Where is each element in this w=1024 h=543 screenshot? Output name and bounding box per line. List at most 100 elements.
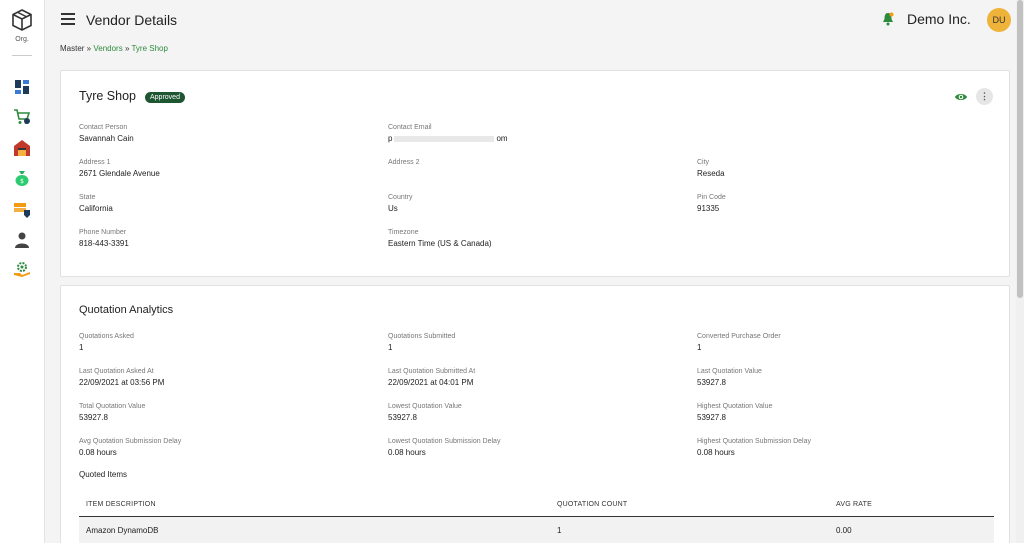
quotations-asked-field: Quotations Asked 1: [79, 332, 369, 354]
email-end: om: [496, 134, 508, 143]
field-label: Converted Purchase Order: [697, 333, 781, 340]
last-asked-field: Last Quotation Asked At 22/09/2021 at 03…: [79, 367, 369, 389]
field-value: p om: [388, 133, 678, 145]
field-value: 91335: [697, 204, 720, 213]
money-bag-icon: $: [15, 171, 29, 186]
quotation-count-cell: 1: [557, 526, 562, 535]
field-label: Last Quotation Submitted At: [388, 368, 476, 375]
vendor-details-card: Tyre Shop Approved ⋮ Contact Person Sava…: [60, 70, 1010, 277]
user-icon: [15, 232, 29, 248]
field-value: 1: [79, 343, 84, 352]
quoted-items-table: ITEM DESCRIPTION QUOTATION COUNT AVG RAT…: [79, 492, 994, 543]
field-label: Phone Number: [79, 229, 127, 236]
field-value: 818-443-3391: [79, 239, 129, 248]
lowest-delay-field: Lowest Quotation Submission Delay 0.08 h…: [388, 437, 678, 459]
sidebar-item-warehouse[interactable]: [13, 139, 31, 157]
sidebar-item-dashboard[interactable]: [13, 78, 31, 96]
sidebar-item-settings[interactable]: [13, 260, 31, 278]
state-field: State California: [79, 193, 369, 215]
org-label: Org.: [15, 36, 29, 43]
main-area: Vendor Details Demo Inc. DU Master » Ven…: [45, 0, 1016, 543]
avg-rate-cell: 0.00: [836, 526, 852, 535]
field-label: Avg Quotation Submission Delay: [79, 438, 182, 445]
field-label: Last Quotation Value: [697, 368, 762, 375]
field-label: Address 2: [388, 159, 420, 166]
field-label: Pin Code: [697, 194, 726, 201]
field-label: Quotations Asked: [79, 333, 134, 340]
field-label: Country: [388, 194, 413, 201]
field-value: 0.08 hours: [388, 448, 426, 457]
timezone-field: Timezone Eastern Time (US & Canada): [388, 228, 678, 250]
top-bar: Vendor Details Demo Inc. DU: [45, 0, 1016, 40]
field-value: 22/09/2021 at 03:56 PM: [79, 378, 165, 387]
field-value: 22/09/2021 at 04:01 PM: [388, 378, 474, 387]
card-title: Quotation Analytics: [79, 304, 174, 316]
field-value: Savannah Cain: [79, 134, 134, 143]
company-name[interactable]: Demo Inc.: [907, 11, 971, 27]
page-scrollbar[interactable]: [1016, 0, 1024, 543]
quotation-analytics-card: Quotation Analytics Quotations Asked 1 Q…: [60, 285, 1010, 543]
box-logo-icon[interactable]: [10, 8, 34, 32]
user-avatar[interactable]: DU: [987, 8, 1011, 32]
column-header[interactable]: AVG RATE: [836, 501, 872, 508]
country-field: Country Us: [388, 193, 678, 215]
breadcrumb-vendors-link[interactable]: Vendors: [93, 44, 122, 53]
address2-field: Address 2: [388, 158, 678, 168]
column-header[interactable]: QUOTATION COUNT: [557, 501, 627, 508]
breadcrumb-current[interactable]: Tyre Shop: [131, 44, 167, 53]
field-label: Highest Quotation Value: [697, 403, 773, 410]
city-field: City Reseda: [697, 158, 987, 180]
sidebar-item-users[interactable]: [13, 231, 31, 249]
notification-bell-icon[interactable]: [882, 12, 894, 26]
field-label: Total Quotation Value: [79, 403, 146, 410]
page-title: Vendor Details: [86, 12, 178, 28]
breadcrumb: Master » Vendors » Tyre Shop: [60, 44, 168, 53]
field-value: 2671 Glendale Avenue: [79, 169, 160, 178]
field-value: California: [79, 204, 113, 213]
field-value: Reseda: [697, 169, 725, 178]
column-header[interactable]: ITEM DESCRIPTION: [86, 501, 156, 508]
table-header: ITEM DESCRIPTION QUOTATION COUNT AVG RAT…: [79, 492, 994, 517]
address1-field: Address 1 2671 Glendale Avenue: [79, 158, 369, 180]
last-value-field: Last Quotation Value 53927.8: [697, 367, 987, 389]
breadcrumb-master: Master: [60, 44, 85, 53]
table-row[interactable]: Amazon DynamoDB 1 0.00: [79, 517, 994, 543]
highest-value-field: Highest Quotation Value 53927.8: [697, 402, 987, 424]
field-label: Quotations Submitted: [388, 333, 456, 340]
field-label: Contact Email: [388, 124, 432, 131]
field-label: Timezone: [388, 229, 419, 236]
avg-delay-field: Avg Quotation Submission Delay 0.08 hour…: [79, 437, 369, 459]
item-description-cell: Amazon DynamoDB: [86, 526, 159, 535]
field-value: 0.08 hours: [79, 448, 117, 457]
contact-email-field: Contact Email p om: [388, 123, 678, 145]
menu-toggle-icon[interactable]: [61, 13, 75, 25]
field-value: 53927.8: [388, 413, 417, 422]
sidebar-item-invoices[interactable]: [13, 201, 31, 219]
field-label: Contact Person: [79, 124, 128, 131]
scrollbar-thumb[interactable]: [1017, 0, 1023, 298]
svg-text:$: $: [20, 178, 24, 185]
email-start: p: [388, 134, 393, 143]
field-label: Last Quotation Asked At: [79, 368, 154, 375]
highest-delay-field: Highest Quotation Submission Delay 0.08 …: [697, 437, 987, 459]
field-value: 0.08 hours: [697, 448, 735, 457]
field-value: 53927.8: [697, 413, 726, 422]
field-value: 1: [697, 343, 702, 352]
cart-icon: [14, 109, 31, 124]
view-eye-icon[interactable]: [954, 90, 968, 104]
status-badge: Approved: [145, 92, 185, 103]
sidebar-item-purchases[interactable]: [13, 108, 31, 126]
redacted-block: [394, 135, 495, 142]
field-label: Highest Quotation Submission Delay: [697, 438, 812, 445]
contact-person-field: Contact Person Savannah Cain: [79, 123, 369, 145]
settings-icon: [14, 262, 30, 277]
last-submitted-field: Last Quotation Submitted At 22/09/2021 a…: [388, 367, 678, 389]
field-label: City: [697, 159, 710, 166]
sidebar-item-finance[interactable]: $: [13, 169, 31, 187]
invoice-icon: [14, 203, 30, 218]
quotations-submitted-field: Quotations Submitted 1: [388, 332, 678, 354]
sidebar: Org. $: [0, 0, 45, 543]
vendor-name: Tyre Shop: [79, 89, 136, 103]
more-options-icon[interactable]: ⋮: [976, 88, 993, 105]
sidebar-divider: [12, 55, 32, 56]
